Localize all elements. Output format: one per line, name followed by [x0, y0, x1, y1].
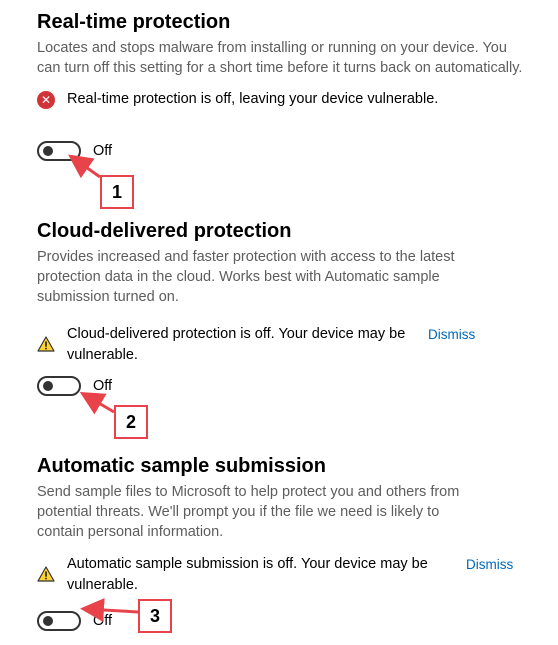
cloud-protection-toggle[interactable]: [37, 376, 81, 396]
sample-status-row: Automatic sample submission is off. Your…: [37, 554, 537, 596]
sample-submission-section: Automatic sample submission Send sample …: [37, 454, 537, 596]
cloud-status-row: Cloud-delivered protection is off. Your …: [37, 324, 537, 366]
sample-status-text: Automatic sample submission is off. Your…: [67, 556, 428, 593]
realtime-protection-section: Real-time protection Locates and stops m…: [37, 10, 537, 110]
toggle-knob: [43, 616, 53, 626]
cloud-status-text: Cloud-delivered protection is off. Your …: [67, 326, 406, 363]
realtime-status-row: ✕ Real-time protection is off, leaving y…: [37, 89, 537, 110]
toggle-knob: [43, 381, 53, 391]
sample-submission-toggle[interactable]: [37, 611, 81, 631]
annotation-callout-3: 3: [138, 599, 172, 633]
cloud-protection-section: Cloud-delivered protection Provides incr…: [37, 219, 537, 366]
sample-submission-heading: Automatic sample submission: [37, 455, 326, 477]
realtime-protection-heading: Real-time protection: [37, 11, 231, 33]
annotation-callout-2: 2: [114, 405, 148, 439]
cloud-dismiss-link[interactable]: Dismiss: [428, 324, 475, 345]
warning-triangle-icon: [37, 566, 55, 584]
cloud-toggle-label: Off: [93, 378, 113, 394]
realtime-status-text: Real-time protection is off, leaving you…: [67, 91, 439, 107]
sample-dismiss-link[interactable]: Dismiss: [466, 554, 513, 575]
cloud-protection-heading: Cloud-delivered protection: [37, 220, 292, 242]
error-circle-x-icon: ✕: [37, 91, 55, 109]
realtime-toggle-row: Off: [37, 141, 112, 161]
annotation-arrow-2: [79, 391, 115, 415]
warning-triangle-icon: [37, 336, 55, 354]
sample-submission-description: Send sample files to Microsoft to help p…: [37, 484, 460, 540]
realtime-protection-toggle[interactable]: [37, 141, 81, 161]
toggle-knob: [43, 146, 53, 156]
sample-toggle-label: Off: [93, 613, 113, 629]
realtime-protection-description: Locates and stops malware from installin…: [37, 40, 523, 76]
sample-toggle-row: Off: [37, 611, 112, 631]
realtime-toggle-label: Off: [93, 143, 113, 159]
cloud-protection-description: Provides increased and faster protection…: [37, 249, 455, 305]
cloud-toggle-row: Off: [37, 376, 112, 396]
annotation-callout-1: 1: [100, 175, 134, 209]
